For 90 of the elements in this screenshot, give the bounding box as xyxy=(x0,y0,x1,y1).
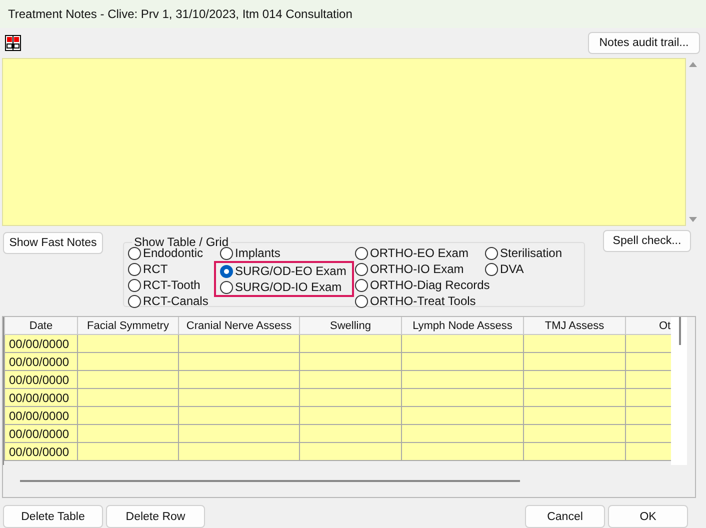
table-cell[interactable] xyxy=(402,424,524,442)
radio-label: DVA xyxy=(500,262,524,276)
radio-button[interactable] xyxy=(128,294,141,308)
radio-button[interactable] xyxy=(355,262,368,276)
table-cell[interactable] xyxy=(524,424,626,442)
table-cell[interactable] xyxy=(178,442,300,460)
table-cell[interactable] xyxy=(524,388,626,406)
column-header[interactable]: Date xyxy=(4,317,78,334)
table-cell[interactable] xyxy=(178,352,300,370)
radio-button[interactable] xyxy=(128,278,141,292)
audit-trail-button[interactable]: Notes audit trail... xyxy=(588,32,700,54)
column-header[interactable]: Facial Symmetry xyxy=(78,317,178,334)
table-cell[interactable] xyxy=(178,370,300,388)
column-header[interactable]: Swelling xyxy=(300,317,402,334)
date-cell[interactable]: 00/00/0000 xyxy=(4,442,78,460)
date-cell[interactable]: 00/00/0000 xyxy=(4,406,78,424)
radio-label: Implants xyxy=(235,246,280,260)
radio-label: ORTHO-Diag Records xyxy=(370,278,490,292)
radio-label: ORTHO-IO Exam xyxy=(370,262,464,276)
column-header[interactable]: Ot xyxy=(626,317,671,334)
delete-row-button[interactable]: Delete Row xyxy=(106,505,205,528)
table-cell[interactable] xyxy=(524,406,626,424)
table-cell[interactable] xyxy=(78,352,178,370)
radio-label: ORTHO-Treat Tools xyxy=(370,294,476,308)
radio-label: RCT-Canals xyxy=(143,294,208,308)
radio-button[interactable] xyxy=(128,262,141,276)
table-cell[interactable] xyxy=(78,388,178,406)
scroll-thumb[interactable] xyxy=(679,317,681,345)
table-cell[interactable] xyxy=(178,406,300,424)
table-cell[interactable] xyxy=(402,352,524,370)
table-cell[interactable] xyxy=(524,442,626,460)
notes-field[interactable] xyxy=(2,58,686,226)
date-cell[interactable]: 00/00/0000 xyxy=(4,370,78,388)
radio-label: SURG/OD-EO Exam xyxy=(235,264,346,278)
radio-label: ORTHO-EO Exam xyxy=(370,246,468,260)
spell-check-button[interactable]: Spell check... xyxy=(603,230,691,252)
table-cell[interactable] xyxy=(300,406,402,424)
radio-label: RCT-Tooth xyxy=(143,278,200,292)
radio-button[interactable] xyxy=(485,246,498,260)
table-cell[interactable] xyxy=(78,442,178,460)
column-header[interactable]: Cranial Nerve Assess xyxy=(178,317,300,334)
delete-table-button[interactable]: Delete Table xyxy=(3,505,103,528)
table-cell[interactable] xyxy=(300,388,402,406)
table-cell[interactable] xyxy=(300,334,402,352)
table-cell[interactable] xyxy=(402,442,524,460)
radio-button[interactable] xyxy=(355,294,368,308)
radio-button[interactable] xyxy=(485,262,498,276)
table-cell[interactable] xyxy=(78,424,178,442)
table-cell[interactable] xyxy=(78,370,178,388)
radio-button[interactable] xyxy=(220,264,233,278)
radio-label: Sterilisation xyxy=(500,246,562,260)
date-cell[interactable]: 00/00/0000 xyxy=(4,352,78,370)
show-fast-notes-button[interactable]: Show Fast Notes xyxy=(3,232,103,254)
radio-button[interactable] xyxy=(128,246,141,260)
radio-label: Endodontic xyxy=(143,246,204,260)
radio-button[interactable] xyxy=(355,278,368,292)
table-cell[interactable] xyxy=(524,370,626,388)
table-cell[interactable] xyxy=(402,406,524,424)
column-header[interactable]: TMJ Assess xyxy=(524,317,626,334)
table-cell[interactable] xyxy=(178,424,300,442)
date-cell[interactable]: 00/00/0000 xyxy=(4,388,78,406)
ok-button[interactable]: OK xyxy=(608,505,688,528)
table-cell[interactable] xyxy=(178,388,300,406)
table-cell[interactable] xyxy=(524,352,626,370)
table-cell[interactable] xyxy=(300,442,402,460)
radio-button[interactable] xyxy=(355,246,368,260)
table-cell[interactable] xyxy=(78,334,178,352)
table-cell[interactable] xyxy=(300,424,402,442)
table-cell[interactable] xyxy=(178,334,300,352)
scroll-thumb[interactable] xyxy=(20,480,520,482)
down-arrow-icon[interactable] xyxy=(689,217,697,222)
table-cell[interactable] xyxy=(300,352,402,370)
radio-label: RCT xyxy=(143,262,168,276)
table-cell[interactable] xyxy=(300,370,402,388)
group-title: Show Table / Grid xyxy=(133,235,230,249)
table-cell[interactable] xyxy=(402,388,524,406)
table-cell[interactable] xyxy=(402,370,524,388)
radio-button[interactable] xyxy=(220,280,233,294)
table-cell[interactable] xyxy=(78,406,178,424)
date-cell[interactable]: 00/00/0000 xyxy=(4,334,78,352)
table-cell[interactable] xyxy=(402,334,524,352)
radio-label: SURG/OD-IO Exam xyxy=(235,280,342,294)
window-title: Treatment Notes - Clive: Prv 1, 31/10/2023, Itm 014 Consultation xyxy=(0,0,706,28)
cancel-button[interactable]: Cancel xyxy=(525,505,605,528)
up-arrow-icon[interactable] xyxy=(689,62,697,67)
radio-button[interactable] xyxy=(220,246,233,260)
table-cell[interactable] xyxy=(524,334,626,352)
grid-icon[interactable] xyxy=(5,35,21,51)
column-header[interactable]: Lymph Node Assess xyxy=(402,317,524,334)
date-cell[interactable]: 00/00/0000 xyxy=(4,424,78,442)
